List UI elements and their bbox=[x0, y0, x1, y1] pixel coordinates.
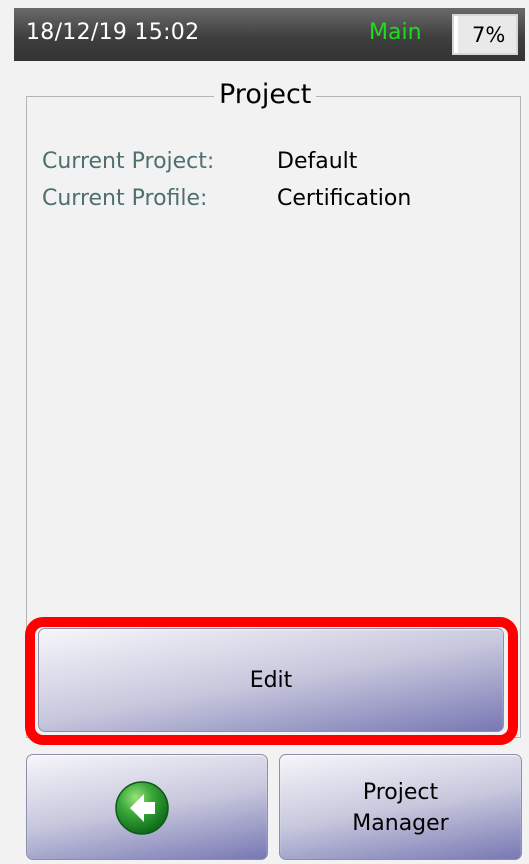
battery-indicator: 7% bbox=[452, 14, 518, 55]
project-manager-label-line1: Project bbox=[362, 780, 439, 805]
status-datetime: 18/12/19 15:02 bbox=[26, 20, 200, 45]
current-project-value: Default bbox=[277, 149, 358, 174]
status-bar: 18/12/19 15:02 Main 7% bbox=[14, 8, 525, 61]
status-mode: Main bbox=[369, 20, 422, 45]
back-button[interactable] bbox=[26, 754, 268, 860]
back-arrow-icon bbox=[115, 781, 169, 835]
current-project-label: Current Project: bbox=[42, 149, 215, 174]
panel-title: Project bbox=[214, 79, 317, 110]
current-profile-label: Current Profile: bbox=[42, 186, 208, 211]
current-profile-value: Certification bbox=[277, 186, 412, 211]
battery-fill bbox=[454, 16, 459, 53]
battery-percent: 7% bbox=[472, 23, 506, 47]
project-manager-button[interactable]: Project Manager bbox=[279, 754, 522, 860]
project-manager-label-line2: Manager bbox=[352, 811, 449, 836]
edit-highlight-box bbox=[25, 617, 518, 745]
